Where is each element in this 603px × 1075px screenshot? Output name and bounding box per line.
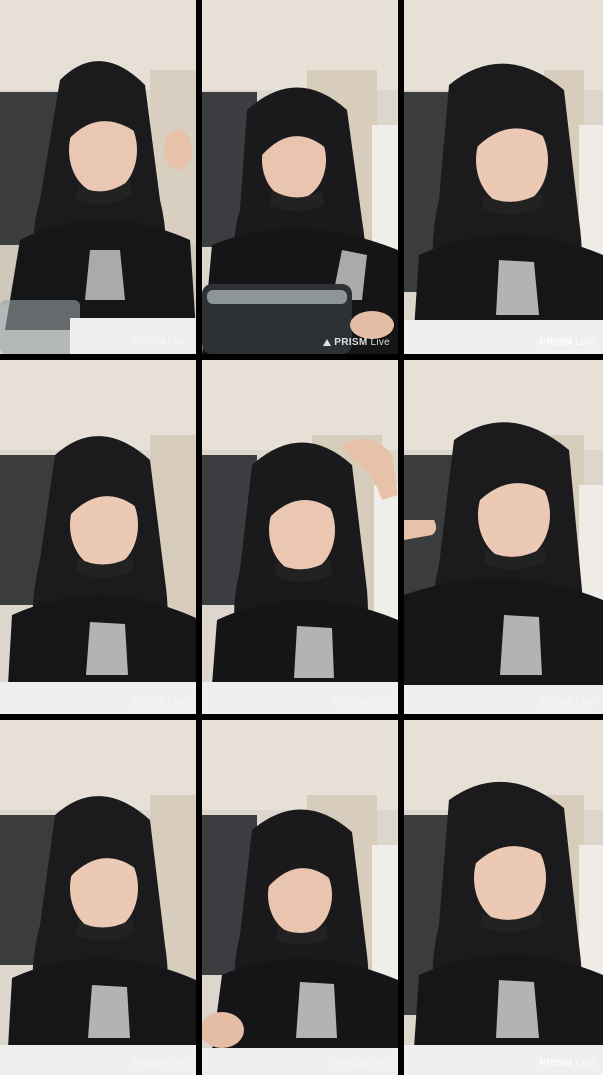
prism-live-watermark: PRISM Live bbox=[132, 1058, 188, 1069]
watermark-suffix: Live bbox=[168, 337, 188, 348]
video-frame-2: PRISM Live bbox=[202, 0, 398, 354]
video-frame-5: PRISM Live bbox=[202, 360, 398, 714]
video-frame-7: PRISM Live bbox=[0, 720, 196, 1075]
prism-live-watermark: PRISM Live bbox=[539, 337, 595, 348]
video-frame-8: PRISM Live bbox=[202, 720, 398, 1075]
watermark-brand: PRISM bbox=[334, 697, 368, 708]
selfie-image bbox=[0, 0, 196, 354]
video-frame-9: PRISM Live bbox=[404, 720, 603, 1075]
watermark-suffix: Live bbox=[168, 697, 188, 708]
watermark-brand: PRISM bbox=[334, 337, 368, 348]
watermark-suffix: Live bbox=[575, 697, 595, 708]
watermark-suffix: Live bbox=[370, 697, 390, 708]
selfie-image bbox=[404, 720, 603, 1075]
video-frame-6: PRISM Live bbox=[404, 360, 603, 714]
prism-live-watermark: PRISM Live bbox=[334, 697, 390, 708]
prism-logo-icon bbox=[323, 339, 332, 346]
watermark-suffix: Live bbox=[370, 337, 390, 348]
video-frame-1: PRISM Live bbox=[0, 0, 196, 354]
selfie-image bbox=[404, 360, 603, 714]
watermark-brand: PRISM bbox=[539, 697, 573, 708]
watermark-brand: PRISM bbox=[539, 1058, 573, 1069]
selfie-image bbox=[202, 0, 398, 354]
selfie-image bbox=[404, 0, 603, 354]
watermark-suffix: Live bbox=[168, 1058, 188, 1069]
watermark-brand: PRISM bbox=[132, 337, 166, 348]
prism-live-watermark: PRISM Live bbox=[334, 1058, 390, 1069]
watermark-suffix: Live bbox=[575, 1058, 595, 1069]
watermark-brand: PRISM bbox=[334, 1058, 368, 1069]
watermark-brand: PRISM bbox=[132, 1058, 166, 1069]
prism-live-watermark: PRISM Live bbox=[132, 337, 188, 348]
video-frame-grid: PRISM Live PRISM Live PRISM Live PRISM L… bbox=[0, 0, 603, 1075]
prism-live-watermark: PRISM Live bbox=[539, 697, 595, 708]
prism-live-watermark: PRISM Live bbox=[323, 337, 390, 348]
watermark-suffix: Live bbox=[370, 1058, 390, 1069]
video-frame-4: PRISM Live bbox=[0, 360, 196, 714]
selfie-image bbox=[202, 720, 398, 1075]
watermark-brand: PRISM bbox=[539, 337, 573, 348]
prism-live-watermark: PRISM Live bbox=[539, 1058, 595, 1069]
selfie-image bbox=[0, 360, 196, 714]
watermark-brand: PRISM bbox=[132, 697, 166, 708]
selfie-image bbox=[0, 720, 196, 1075]
selfie-image bbox=[202, 360, 398, 714]
video-frame-3: PRISM Live bbox=[404, 0, 603, 354]
watermark-suffix: Live bbox=[575, 337, 595, 348]
prism-live-watermark: PRISM Live bbox=[132, 697, 188, 708]
